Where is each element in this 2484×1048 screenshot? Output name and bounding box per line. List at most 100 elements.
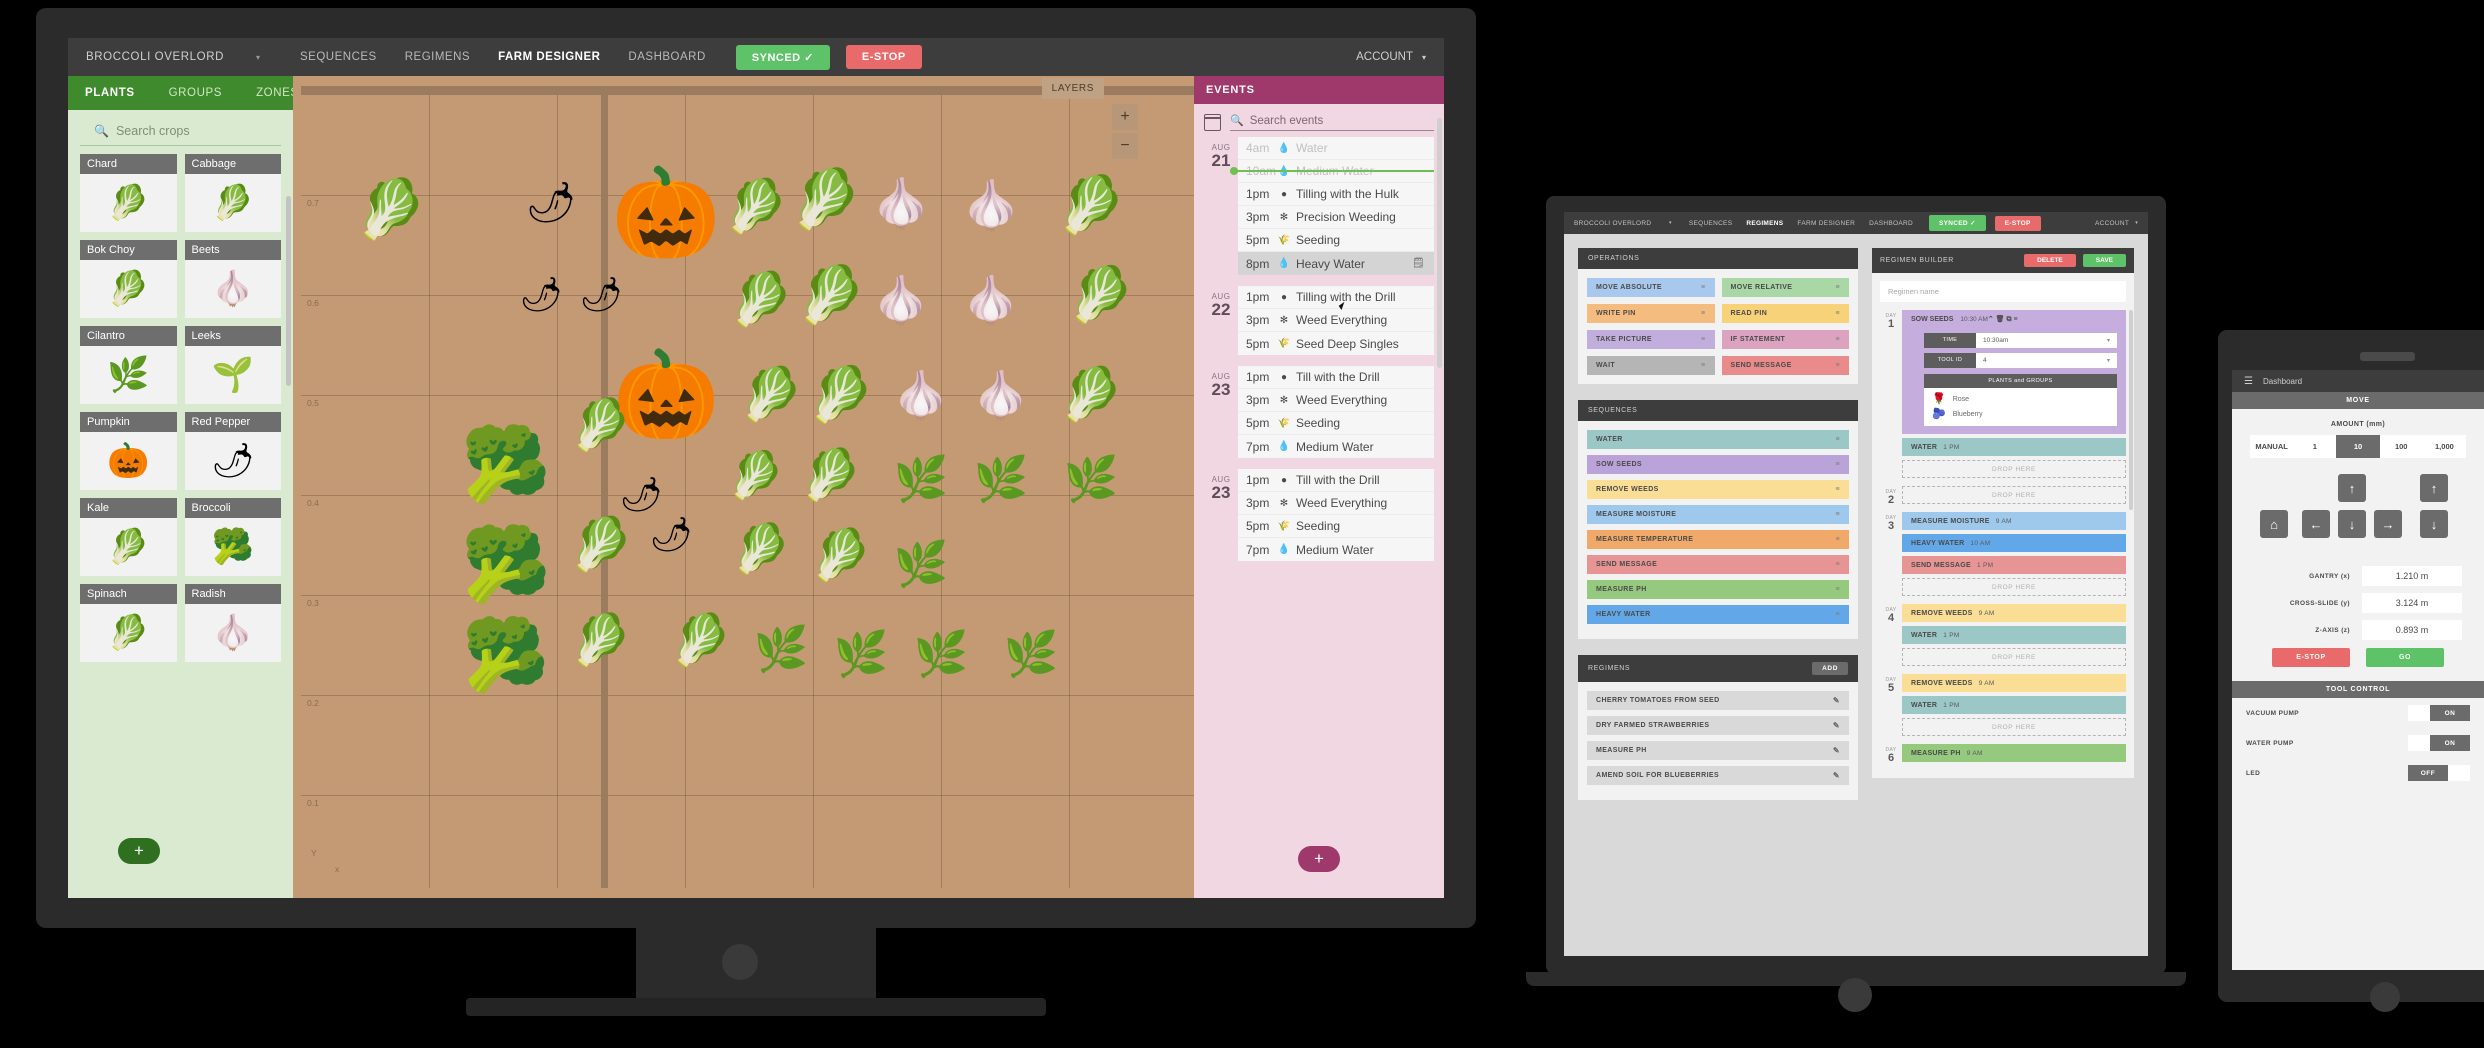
event-row[interactable]: 3pm ✻ Weed Everything xyxy=(1238,492,1434,515)
drag-handle-icon[interactable]: ≡ xyxy=(1836,586,1841,593)
sow-time-field[interactable]: TIME 10:30am ▾ xyxy=(1924,333,2117,348)
laptop-nav-sequences[interactable]: SEQUENCES xyxy=(1682,220,1740,227)
sidebar-scrollbar[interactable] xyxy=(286,196,291,386)
map-plant-icon[interactable]: 🥦 xyxy=(461,529,551,601)
drag-handle-icon[interactable]: ≡ xyxy=(1836,284,1841,291)
event-row[interactable]: 5pm 🌾 Seeding xyxy=(1238,515,1434,538)
drag-handle-icon[interactable]: ≡ xyxy=(1836,561,1841,568)
event-row[interactable]: 7pm 💧 Medium Water xyxy=(1238,435,1434,458)
hamburger-menu-icon[interactable]: ☰ xyxy=(2244,376,2253,387)
map-plant-icon[interactable]: 🥬 xyxy=(810,530,872,580)
crop-card[interactable]: Leeks 🌱 xyxy=(184,326,281,404)
crop-card[interactable]: Kale 🥬 xyxy=(80,498,177,576)
tab-plants[interactable]: PLANTS xyxy=(68,87,152,99)
event-row[interactable]: 1pm ● Tilling with the Drill xyxy=(1238,286,1434,309)
drag-handle-icon[interactable]: ≡ xyxy=(1836,611,1841,618)
add-regimen-button[interactable]: ADD xyxy=(1812,662,1848,675)
amount-option[interactable]: 1,000 xyxy=(2422,435,2467,458)
crop-card[interactable]: Chard 🥬 xyxy=(80,154,177,232)
regimen-builder-scrollbar[interactable] xyxy=(2129,310,2133,510)
event-row[interactable]: 3pm ✻ Weed Everything xyxy=(1238,309,1434,332)
event-row[interactable]: 5pm 🌾 Seed Deep Singles xyxy=(1238,332,1434,355)
nav-link-sequences[interactable]: SEQUENCES xyxy=(286,51,391,63)
map-plant-icon[interactable]: 🥬 xyxy=(724,181,789,233)
event-row[interactable]: 4am 💧 Water xyxy=(1238,137,1434,160)
drop-zone[interactable]: DROP HERE xyxy=(1902,578,2126,596)
event-edit-icon[interactable]: 🗒 xyxy=(1412,258,1434,269)
map-plant-icon[interactable]: 🧄 xyxy=(871,181,931,229)
move-home-button[interactable]: ⌂ xyxy=(2260,510,2288,538)
regimen-item[interactable]: MEASURE PH 9 AM xyxy=(1902,744,2126,762)
map-plant-icon[interactable]: 🧄 xyxy=(872,277,929,323)
layers-panel-tab[interactable]: LAYERS xyxy=(1041,78,1104,99)
plant-group-row[interactable]: 🌹 Rose xyxy=(1924,392,2117,407)
drag-handle-icon[interactable]: ≡ xyxy=(1836,336,1841,343)
regimen-item[interactable]: WATER 1 PM xyxy=(1902,438,2126,456)
crop-card[interactable]: Cabbage 🥬 xyxy=(184,154,281,232)
map-plant-icon[interactable]: 🌿 xyxy=(914,633,969,677)
map-plant-icon[interactable]: 🧄 xyxy=(892,372,949,418)
operation-chip[interactable]: IF STATEMENT ≡ xyxy=(1721,330,1849,349)
regimen-row[interactable]: AMEND SOIL FOR BLUEBERRIES ✎ xyxy=(1587,766,1849,785)
sow-toolid-field-value[interactable]: 4 ▾ xyxy=(1976,353,2117,368)
crop-card[interactable]: Broccoli 🥦 xyxy=(184,498,281,576)
regimen-row[interactable]: CHERRY TOMATOES FROM SEED ✎ xyxy=(1587,691,1849,710)
map-plant-icon[interactable]: 🌿 xyxy=(894,458,949,502)
map-plant-icon[interactable]: 🥬 xyxy=(790,171,862,229)
map-plant-icon[interactable]: 🌶 xyxy=(579,278,622,312)
map-plant-icon[interactable]: 🌿 xyxy=(1004,633,1059,677)
drag-handle-icon[interactable]: ≡ xyxy=(1836,362,1841,369)
zoom-in-button[interactable]: + xyxy=(1112,104,1138,130)
z-up-button[interactable]: ↑ xyxy=(2420,474,2448,502)
coordinate-value[interactable]: 0.893 m xyxy=(2362,620,2462,640)
operation-chip[interactable]: READ PIN ≡ xyxy=(1721,304,1849,323)
event-row[interactable]: 10am 💧 Medium Water xyxy=(1230,160,1434,183)
map-plant-icon[interactable]: 🧄 xyxy=(961,183,1021,231)
map-plant-icon[interactable]: 🥦 xyxy=(461,429,551,501)
crop-card[interactable]: Bok Choy 🥬 xyxy=(80,240,177,318)
regimen-item[interactable]: REMOVE WEEDS 9 AM xyxy=(1902,604,2126,622)
chevron-down-icon[interactable]: ▾ xyxy=(256,53,260,62)
tool-toggle[interactable]: ON xyxy=(2408,735,2470,751)
amount-option[interactable]: MANUAL xyxy=(2250,435,2294,458)
sow-time-field-value[interactable]: 10:30am ▾ xyxy=(1976,333,2117,348)
crop-card[interactable]: Pumpkin 🎃 xyxy=(80,412,177,490)
operation-chip[interactable]: WAIT ≡ xyxy=(1587,356,1715,375)
event-row[interactable]: 3pm ✻ Precision Weeding xyxy=(1238,206,1434,229)
z-down-button[interactable]: ↓ xyxy=(2420,510,2448,538)
drag-handle-icon[interactable]: ≡ xyxy=(1701,284,1706,291)
map-plant-icon[interactable]: 🌿 xyxy=(894,543,949,587)
garden-map[interactable]: 0.7 0.6 0.5 0.4 0.3 0.2 0.1 Y x 🥬 🌶 🎃 🥬 🥬 🧄 🧄 🥬 🌶 🌶 🥬 🥬 🧄 🧄 🥬… xyxy=(293,76,1194,898)
monitor-power-knob[interactable] xyxy=(722,944,758,980)
drag-handle-icon[interactable]: ≡ xyxy=(1701,310,1706,317)
tab-groups[interactable]: GROUPS xyxy=(152,87,239,99)
drag-handle-icon[interactable]: ≡ xyxy=(1836,511,1841,518)
regimen-row[interactable]: MEASURE PH ✎ xyxy=(1587,741,1849,760)
map-plant-icon[interactable]: 🧄 xyxy=(972,372,1029,418)
calendar-icon[interactable] xyxy=(1204,114,1221,131)
nav-link-farm-designer[interactable]: FARM DESIGNER xyxy=(484,51,614,63)
laptop-estop-button[interactable]: E-STOP xyxy=(1994,215,2041,231)
map-plant-icon[interactable]: 🥬 xyxy=(796,267,866,323)
event-row[interactable]: 5pm 🌾 Seeding xyxy=(1238,412,1434,435)
map-plant-icon[interactable]: 🌿 xyxy=(834,633,889,677)
map-plant-icon[interactable]: 🌿 xyxy=(1064,458,1119,502)
laptop-account-menu[interactable]: ACCOUNT xyxy=(2095,220,2129,227)
regimen-item[interactable]: SEND MESSAGE 1 PM xyxy=(1902,556,2126,574)
map-plant-icon[interactable]: 🥬 xyxy=(355,181,427,239)
regimen-item[interactable]: WATER 1 PM xyxy=(1902,696,2126,714)
event-row[interactable]: 8pm 💧 Heavy Water 🗒 xyxy=(1238,252,1434,275)
regimen-item[interactable]: MEASURE MOISTURE 9 AM xyxy=(1902,512,2126,530)
tool-toggle[interactable]: OFF xyxy=(2408,765,2470,781)
crop-card[interactable]: Beets 🧄 xyxy=(184,240,281,318)
estop-button[interactable]: E-STOP xyxy=(845,45,922,69)
move-right-button[interactable]: → xyxy=(2374,510,2402,538)
tablet-home-button[interactable] xyxy=(2370,982,2400,1012)
chevron-down-icon[interactable]: ▾ xyxy=(1669,220,1672,226)
event-row[interactable]: 1pm ● Tilling with the Hulk xyxy=(1238,183,1434,206)
drag-handle-icon[interactable]: ≡ xyxy=(1701,336,1706,343)
map-plant-icon[interactable]: 🥬 xyxy=(731,526,791,574)
drag-handle-icon[interactable]: ≡ xyxy=(1701,362,1706,369)
sequence-chip[interactable]: MEASURE TEMPERATURE ≡ xyxy=(1587,530,1849,549)
drop-zone[interactable]: DROP HERE xyxy=(1902,718,2126,736)
